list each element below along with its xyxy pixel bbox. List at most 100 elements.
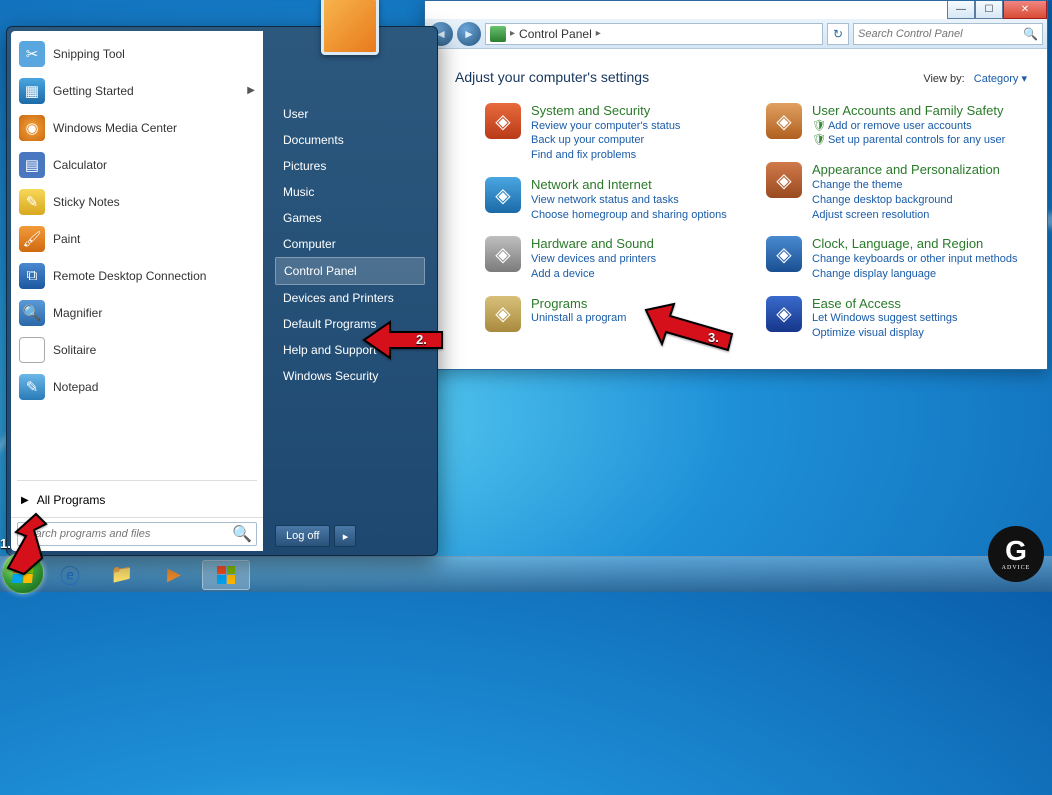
start-app-paint[interactable]: 🖌 Paint: [13, 220, 261, 257]
category-network-and-internet: ◈ Network and InternetView network status…: [485, 177, 746, 222]
app-label: Snipping Tool: [53, 47, 125, 61]
app-label: Notepad: [53, 380, 98, 394]
window-caption-buttons: — ☐ ✕: [947, 1, 1047, 19]
task-link[interactable]: Choose homegroup and sharing options: [531, 208, 727, 223]
task-link[interactable]: 🛡Add or remove user accounts: [812, 119, 1005, 134]
taskbar-explorer[interactable]: 📁: [98, 560, 146, 590]
app-label: Paint: [53, 232, 80, 246]
app-label: Solitaire: [53, 343, 96, 357]
category-icon: ◈: [766, 103, 802, 139]
search-icon: 🔍: [232, 524, 252, 544]
start-right-music[interactable]: Music: [275, 179, 425, 205]
start-app-windows-media-center[interactable]: ◉Windows Media Center: [13, 109, 261, 146]
start-right-pictures[interactable]: Pictures: [275, 153, 425, 179]
task-link[interactable]: View network status and tasks: [531, 193, 727, 208]
start-app-getting-started[interactable]: ▦Getting Started▶: [13, 72, 261, 109]
taskbar-control-panel[interactable]: [202, 560, 250, 590]
task-link[interactable]: Optimize visual display: [812, 326, 958, 341]
start-menu-right-pane: UserDocumentsPicturesMusicGamesComputerC…: [263, 27, 437, 555]
g-advice-badge: G ADVICE: [988, 526, 1044, 582]
app-icon: ◉: [19, 115, 45, 141]
maximize-button[interactable]: ☐: [975, 1, 1003, 19]
start-app-solitaire[interactable]: ♠Solitaire: [13, 331, 261, 368]
task-link[interactable]: Let Windows suggest settings: [812, 311, 958, 326]
category-link[interactable]: Clock, Language, and Region: [812, 236, 1017, 252]
annotation-label-2: 2.: [416, 332, 427, 347]
task-link[interactable]: Review your computer's status: [531, 119, 680, 134]
start-app-sticky-notes[interactable]: ✎Sticky Notes: [13, 183, 261, 220]
breadcrumb[interactable]: ▸ Control Panel ▸: [485, 23, 823, 45]
start-menu-left-pane: ✂Snipping Tool▦Getting Started▶◉Windows …: [11, 31, 263, 551]
start-app-snipping-tool[interactable]: ✂Snipping Tool: [13, 35, 261, 72]
category-clock-language-and-region: ◈Clock, Language, and RegionChange keybo…: [766, 236, 1027, 281]
start-app-calculator[interactable]: ▤Calculator: [13, 146, 261, 183]
start-right-windows-security[interactable]: Windows Security: [275, 363, 425, 389]
minimize-button[interactable]: —: [947, 1, 975, 19]
shield-icon: 🛡: [812, 134, 826, 146]
page-title: Adjust your computer's settings: [455, 69, 649, 85]
category-icon: ◈: [485, 177, 521, 213]
ie-icon: ⓔ: [60, 560, 80, 589]
category-ease-of-access: ◈ Ease of AccessLet Windows suggest setti…: [766, 296, 1027, 341]
app-icon: 🖌: [19, 226, 45, 252]
start-right-computer[interactable]: Computer: [275, 231, 425, 257]
folder-icon: 📁: [111, 564, 133, 585]
category-appearance-and-personalization: ◈ Appearance and PersonalizationChange th…: [766, 162, 1027, 222]
start-right-control-panel[interactable]: Control Panel: [275, 257, 425, 285]
category-icon: ◈: [485, 296, 521, 332]
category-link[interactable]: User Accounts and Family Safety: [812, 103, 1005, 119]
start-app-remote-desktop-connection[interactable]: ⧉ Remote Desktop Connection: [13, 257, 261, 294]
task-link[interactable]: Uninstall a program: [531, 311, 626, 326]
start-right-devices-and-printers[interactable]: Devices and Printers: [275, 285, 425, 311]
category-icon: ◈: [766, 162, 802, 198]
task-link[interactable]: Add a device: [531, 267, 656, 282]
category-link[interactable]: System and Security: [531, 103, 680, 119]
start-app-magnifier[interactable]: 🔍 Magnifier: [13, 294, 261, 331]
nav-forward-button[interactable]: ►: [457, 22, 481, 46]
app-icon: ⧉: [19, 263, 45, 289]
category-link[interactable]: Programs: [531, 296, 626, 312]
category-system-and-security: ◈ System and SecurityReview your computer…: [485, 103, 746, 163]
task-link[interactable]: Back up your computer: [531, 133, 680, 148]
task-link[interactable]: Find and fix problems: [531, 148, 680, 163]
app-icon: ▦: [19, 78, 45, 104]
task-link[interactable]: Change display language: [812, 267, 1017, 282]
chevron-right-icon: ▸: [510, 28, 515, 39]
taskbar-media-player[interactable]: ▶: [150, 560, 198, 590]
log-off-button[interactable]: Log off: [275, 525, 330, 547]
category-link[interactable]: Network and Internet: [531, 177, 727, 193]
breadcrumb-text: Control Panel: [519, 27, 592, 41]
start-right-documents[interactable]: Documents: [275, 127, 425, 153]
explorer-toolbar: ◄ ► ▸ Control Panel ▸ ↻ 🔍: [425, 19, 1047, 49]
chevron-right-icon: ▶: [21, 495, 29, 506]
view-by[interactable]: View by: Category ▾: [923, 72, 1027, 85]
category-link[interactable]: Ease of Access: [812, 296, 958, 312]
search-input[interactable]: [858, 28, 1019, 40]
start-right-user[interactable]: User: [275, 101, 425, 127]
task-link[interactable]: View devices and printers: [531, 252, 656, 267]
category-link[interactable]: Appearance and Personalization: [812, 162, 1000, 178]
task-link[interactable]: Adjust screen resolution: [812, 208, 1000, 223]
app-label: Magnifier: [53, 306, 102, 320]
search-icon: 🔍: [1023, 27, 1038, 41]
task-link[interactable]: Change the theme: [812, 178, 1000, 193]
control-panel-icon: [490, 26, 506, 42]
shutdown-options-button[interactable]: ▸: [334, 525, 356, 547]
category-icon: ◈: [485, 103, 521, 139]
app-label: Remote Desktop Connection: [53, 269, 206, 283]
task-link[interactable]: Change desktop background: [812, 193, 1000, 208]
search-box[interactable]: 🔍: [853, 23, 1043, 45]
user-picture[interactable]: [321, 0, 379, 55]
separator: [17, 480, 257, 481]
task-link[interactable]: Change keyboards or other input methods: [812, 252, 1017, 267]
close-button[interactable]: ✕: [1003, 1, 1047, 19]
category-link[interactable]: Hardware and Sound: [531, 236, 656, 252]
task-link[interactable]: 🛡Set up parental controls for any user: [812, 133, 1005, 148]
category-icon: ◈: [766, 296, 802, 332]
refresh-button[interactable]: ↻: [827, 23, 849, 45]
start-app-notepad[interactable]: ✎Notepad: [13, 368, 261, 405]
app-icon: ▤: [19, 152, 45, 178]
app-icon: 🔍: [19, 300, 45, 326]
start-right-games[interactable]: Games: [275, 205, 425, 231]
annotation-arrow-2: 2.: [360, 318, 446, 362]
